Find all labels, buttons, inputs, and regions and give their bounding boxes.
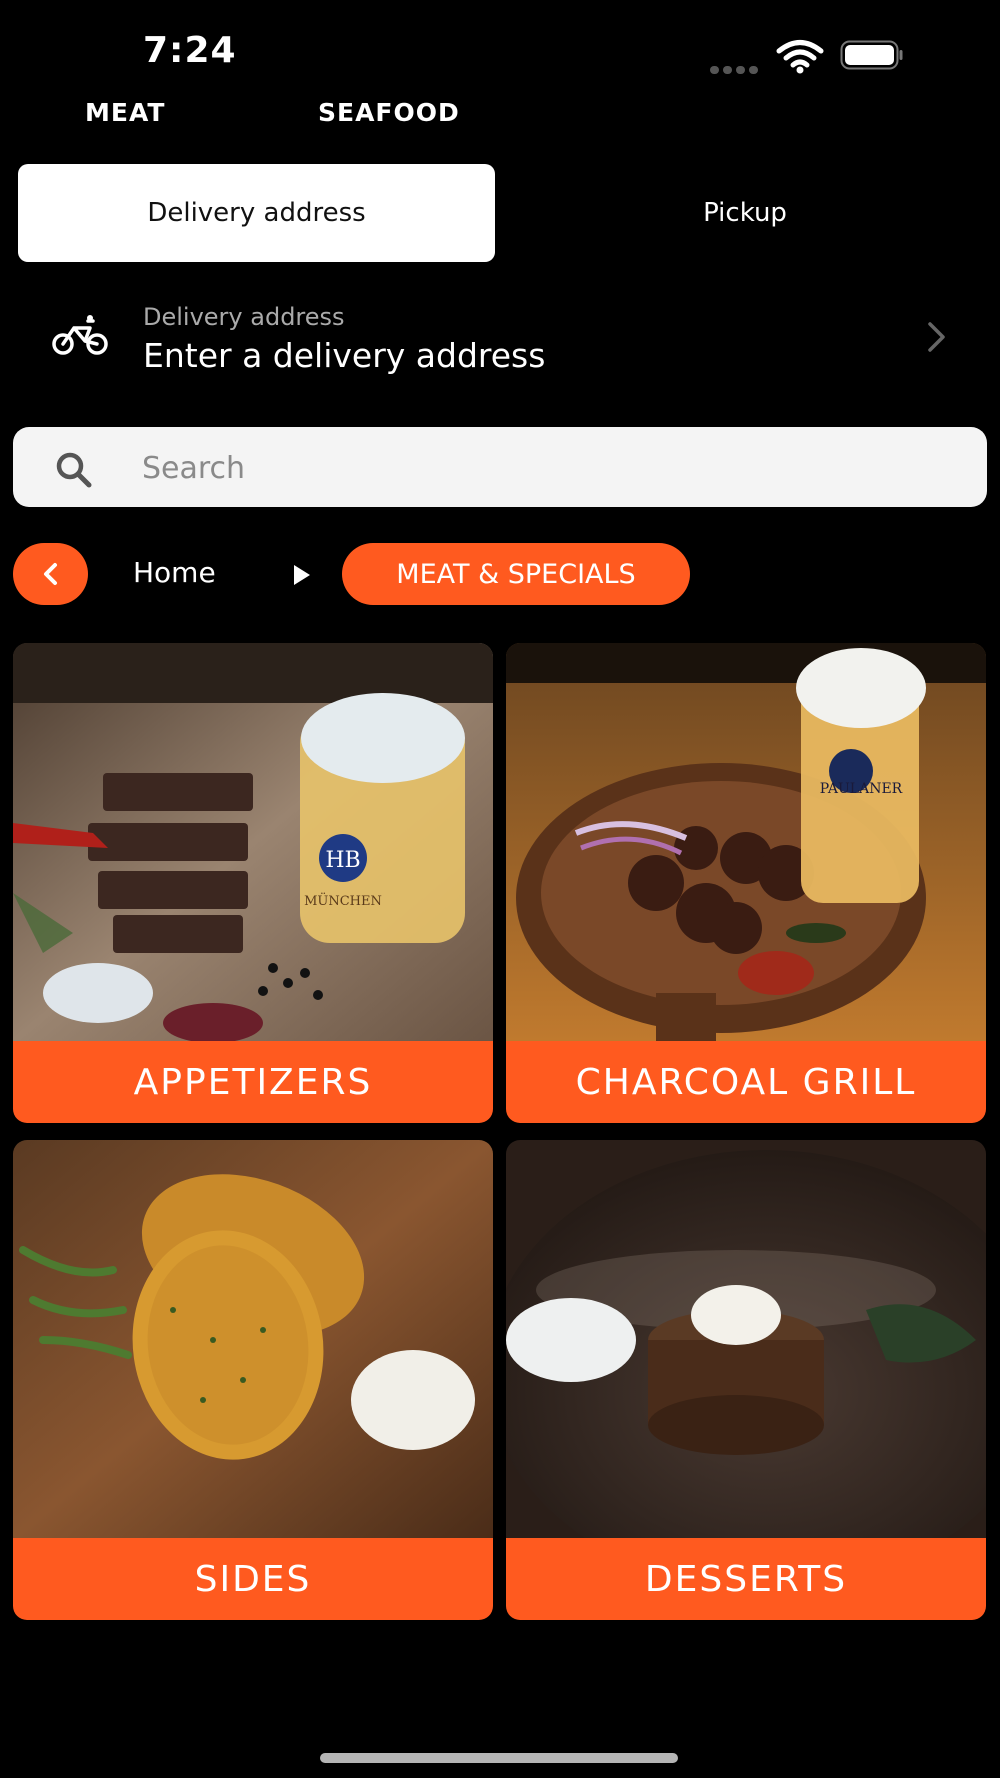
breadcrumb-home[interactable]: Home	[133, 556, 216, 589]
pickup-mode-button[interactable]: Pickup	[510, 164, 980, 262]
chevron-left-icon	[43, 563, 57, 585]
cellular-signal-icon	[710, 59, 762, 74]
charcoal-grill-photo: PAULANER	[506, 643, 986, 1041]
category-tile-charcoal-grill[interactable]: PAULANER CHARCOAL GRILL	[506, 643, 986, 1123]
category-tile-desserts[interactable]: DESSERTS	[506, 1140, 986, 1620]
back-button[interactable]	[13, 543, 88, 605]
beer-brand-text: PAULANER	[820, 781, 903, 797]
home-indicator[interactable]	[320, 1753, 678, 1763]
bicycle-icon	[52, 315, 108, 355]
search-icon	[56, 452, 92, 488]
category-label: APPETIZERS	[13, 1041, 493, 1123]
desserts-photo	[506, 1140, 986, 1538]
play-arrow-icon	[294, 565, 310, 585]
tab-seafood[interactable]: SEAFOOD	[318, 98, 460, 127]
category-tile-appetizers[interactable]: HB MÜNCHEN APPETIZERS	[13, 643, 493, 1123]
delivery-mode-button[interactable]: Delivery address	[18, 164, 495, 262]
breadcrumb-current[interactable]: MEAT & SPECIALS	[342, 543, 690, 605]
category-label: CHARCOAL GRILL	[506, 1041, 986, 1123]
wifi-icon	[776, 40, 824, 74]
beer-logo-text: HB	[325, 848, 360, 873]
search-input[interactable]	[140, 442, 964, 494]
category-label: SIDES	[13, 1538, 493, 1620]
category-tile-sides[interactable]: SIDES	[13, 1140, 493, 1620]
status-time: 7:24	[143, 30, 237, 71]
category-label: DESSERTS	[506, 1538, 986, 1620]
beer-logo-caption: MÜNCHEN	[304, 892, 382, 909]
delivery-address-value[interactable]: Enter a delivery address	[143, 336, 545, 375]
appetizers-photo: HB MÜNCHEN	[13, 643, 493, 1041]
tab-meat[interactable]: MEAT	[85, 98, 165, 127]
delivery-address-label: Delivery address	[143, 303, 345, 331]
chevron-right-icon[interactable]	[925, 320, 949, 354]
battery-icon	[840, 40, 903, 70]
sides-photo	[13, 1140, 493, 1538]
